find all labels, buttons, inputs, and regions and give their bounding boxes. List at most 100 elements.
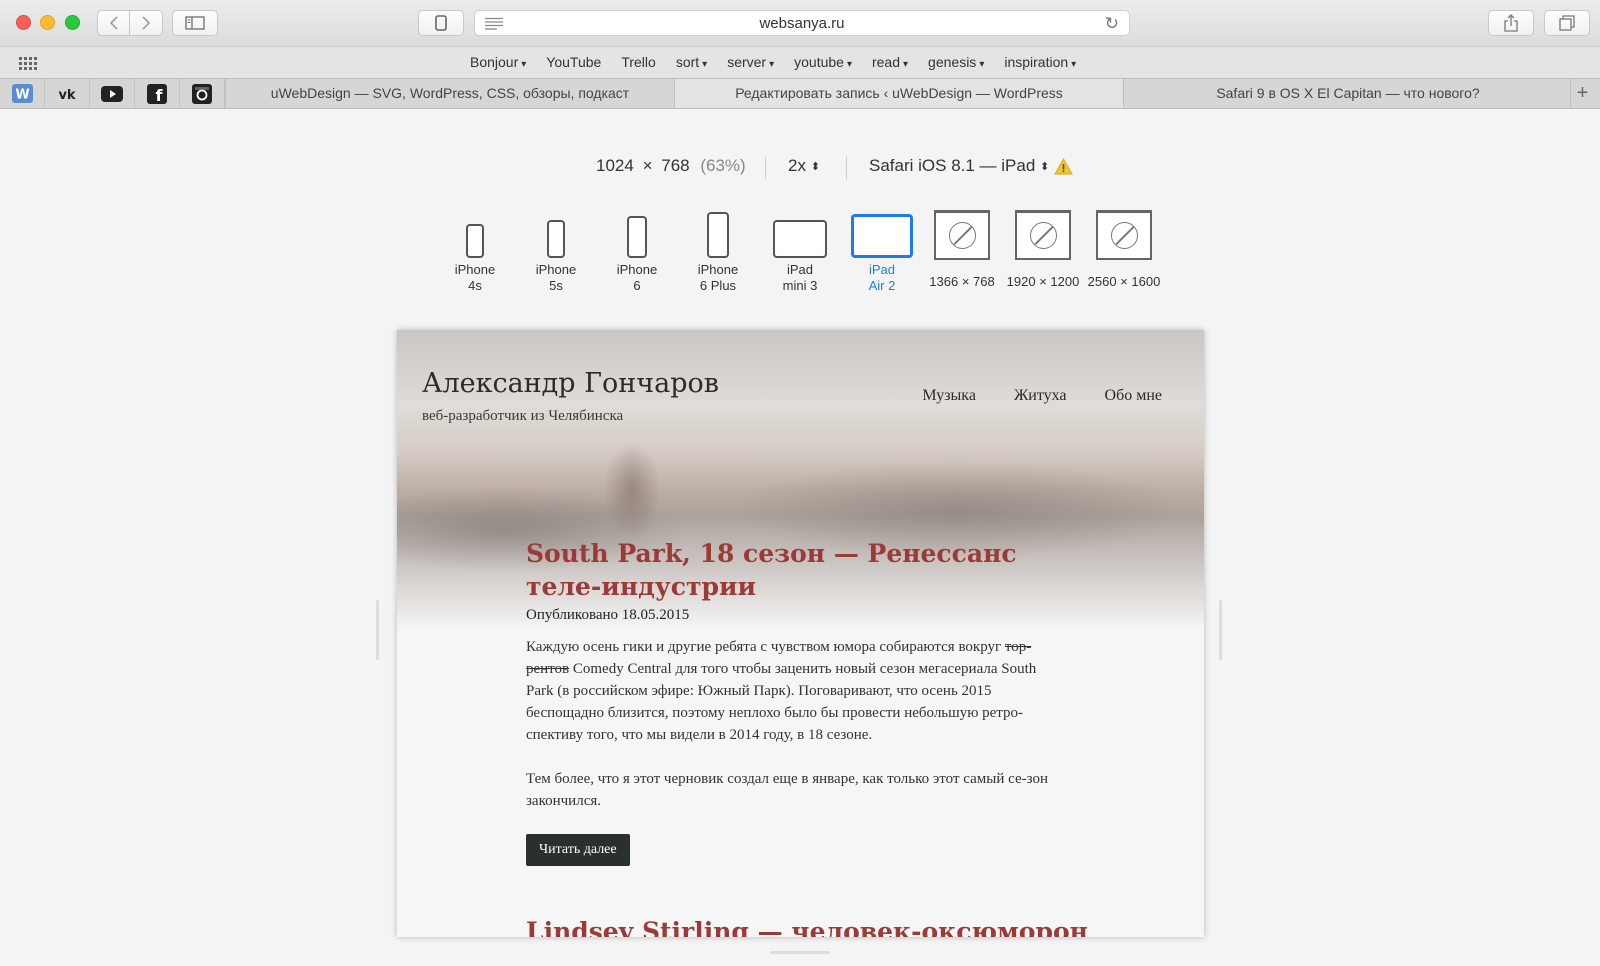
viewport-dimensions[interactable]: 1024 × 768 (63%) <box>596 156 746 176</box>
pinned-tab-instagram[interactable] <box>180 79 225 108</box>
nav-item-about[interactable]: Обо мне <box>1105 387 1162 405</box>
viewport-percent: (63%) <box>700 156 746 175</box>
device-preset-iphone-6-plus[interactable]: iPhone 6 Plus <box>678 210 758 294</box>
warning-icon[interactable] <box>1054 158 1073 175</box>
responsive-mode-button[interactable] <box>418 10 464 36</box>
device-preset-ipad-mini-3[interactable]: iPad mini 3 <box>760 210 840 294</box>
phone-icon <box>466 224 484 258</box>
forward-button[interactable] <box>130 10 163 36</box>
share-button[interactable] <box>1488 10 1534 36</box>
vk-icon: vk <box>58 88 75 101</box>
post-paragraph: Каждую осень гики и другие ребята с чувс… <box>526 639 1037 743</box>
device-preset-2560-1600[interactable]: 2560 × 1600 <box>1084 210 1164 290</box>
favorite-youtube[interactable]: youtube ▾ <box>784 54 862 70</box>
chevron-down-icon: ▾ <box>979 59 985 70</box>
zoom-window-button[interactable] <box>65 15 80 30</box>
device-icon <box>435 15 447 31</box>
device-preset-1920-1200[interactable]: 1920 × 1200 <box>1003 210 1083 290</box>
tab-bar: W vk f uWebDesign — SVG, WordPress, CSS,… <box>0 78 1600 109</box>
device-preset-iphone-4s[interactable]: iPhone 4s <box>435 210 515 294</box>
user-agent-select[interactable]: Safari iOS 8.1 — iPad ⬍ <box>869 156 1049 176</box>
close-window-button[interactable] <box>16 15 31 30</box>
minimize-window-button[interactable] <box>40 15 55 30</box>
chevron-down-icon: ▾ <box>846 59 852 70</box>
show-tabs-button[interactable] <box>1544 10 1590 36</box>
url-text: websanya.ru <box>759 15 845 32</box>
svg-text:f: f <box>156 86 164 104</box>
favorite-sort[interactable]: sort ▾ <box>666 54 717 70</box>
next-post-title[interactable]: Lindsey Stirling — человек-оксюморон <box>526 917 1088 937</box>
sidebar-icon <box>185 16 205 30</box>
back-button[interactable] <box>97 10 130 36</box>
facebook-icon: f <box>147 83 167 104</box>
safari-compass-icon <box>934 210 990 260</box>
favorite-youtube[interactable]: YouTube <box>536 54 611 70</box>
youtube-icon <box>101 85 123 102</box>
post-title[interactable]: South Park, 18 сезон — Ренессанс теле-ин… <box>526 537 1066 603</box>
tab-uwebdesign[interactable]: uWebDesign — SVG, WordPress, CSS, обзоры… <box>225 79 674 108</box>
instagram-icon <box>192 83 212 104</box>
resize-handle-left[interactable] <box>376 600 379 660</box>
chevron-down-icon: ▾ <box>521 59 527 70</box>
site-title[interactable]: Александр Гончаров <box>422 368 719 399</box>
phone-icon <box>547 220 565 258</box>
divider <box>765 156 766 180</box>
nav-item-music[interactable]: Музыка <box>922 387 976 405</box>
device-viewport[interactable]: Александр Гончаров веб-разработчик из Че… <box>397 330 1204 937</box>
site-nav: Музыка Житуха Обо мне <box>922 387 1162 405</box>
pixel-ratio-select[interactable]: 2x ⬍ <box>788 156 820 176</box>
favorite-bonjour[interactable]: Bonjour ▾ <box>460 54 536 70</box>
pinned-tab-youtube[interactable] <box>90 79 135 108</box>
favorite-trello[interactable]: Trello <box>611 54 666 70</box>
tab-safari9-article[interactable]: Safari 9 в OS X El Capitan — что нового? <box>1123 79 1572 108</box>
viewport-width: 1024 <box>596 156 634 175</box>
resize-handle-bottom[interactable] <box>770 951 830 954</box>
post-article: South Park, 18 сезон — Ренессанс теле-ин… <box>526 537 1066 866</box>
share-icon <box>1504 14 1518 32</box>
tab-wordpress-edit[interactable]: Редактировать запись ‹ uWebDesign — Word… <box>674 79 1123 108</box>
favorite-server[interactable]: server ▾ <box>717 54 784 70</box>
post-date: Опубликовано 18.05.2015 <box>526 607 690 623</box>
favorite-read[interactable]: read ▾ <box>862 54 918 70</box>
chevron-down-icon: ▾ <box>903 59 909 70</box>
updown-chevron-icon: ⬍ <box>810 161 820 174</box>
phone-icon <box>707 212 729 258</box>
resize-handle-right[interactable] <box>1219 600 1222 660</box>
phone-icon <box>627 216 647 258</box>
site-tagline: веб-разработчик из Челябинска <box>422 408 624 424</box>
favorite-genesis[interactable]: genesis ▾ <box>918 54 994 70</box>
pinned-tab-vk[interactable]: vk <box>45 79 90 108</box>
chevron-right-icon <box>142 16 151 30</box>
safari-compass-icon <box>1096 210 1152 260</box>
device-presets: iPhone 4s iPhone 5s iPhone 6 iPhone 6 Plus iPad m… <box>0 210 1600 300</box>
favorite-inspiration[interactable]: inspiration ▾ <box>994 54 1086 70</box>
pinned-tab-w[interactable]: W <box>0 79 45 108</box>
tablet-icon <box>773 220 827 258</box>
tablet-icon <box>851 214 913 258</box>
updown-chevron-icon: ⬍ <box>1040 161 1050 174</box>
nav-item-life[interactable]: Житуха <box>1014 387 1067 405</box>
chevron-down-icon: ▾ <box>702 59 708 70</box>
address-bar[interactable]: websanya.ru ↻ <box>474 10 1130 36</box>
safari-compass-icon <box>1015 210 1071 260</box>
device-preset-ipad-air-2[interactable]: iPad Air 2 <box>842 210 922 294</box>
w-logo-icon: W <box>11 84 33 103</box>
tabs-icon <box>1559 15 1575 31</box>
chevron-down-icon: ▾ <box>1071 59 1077 70</box>
device-preset-iphone-5s[interactable]: iPhone 5s <box>516 210 596 294</box>
responsive-controls: 1024 × 768 (63%) 2x ⬍ Safari iOS 8.1 — i… <box>0 156 1600 182</box>
chevron-down-icon: ▾ <box>769 59 775 70</box>
favorites-list: Bonjour ▾ YouTube Trello sort ▾ server ▾ youtube… <box>460 54 1086 70</box>
post-excerpt: Каждую осень гики и другие ребята с чувс… <box>526 636 1066 812</box>
svg-text:vk: vk <box>58 88 75 101</box>
reload-icon[interactable]: ↻ <box>1105 15 1119 32</box>
sidebar-toggle-button[interactable] <box>172 10 218 36</box>
new-tab-button[interactable]: + <box>1570 79 1594 108</box>
device-preset-iphone-6[interactable]: iPhone 6 <box>597 210 677 294</box>
device-preset-1366-768[interactable]: 1366 × 768 <box>922 210 1002 290</box>
read-more-button[interactable]: Читать далее <box>526 834 630 866</box>
pinned-tab-facebook[interactable]: f <box>135 79 180 108</box>
chevron-left-icon <box>109 16 118 30</box>
grid-icon[interactable] <box>18 56 38 70</box>
favorites-bar: Bonjour ▾ YouTube Trello sort ▾ server ▾ youtube… <box>0 46 1600 78</box>
